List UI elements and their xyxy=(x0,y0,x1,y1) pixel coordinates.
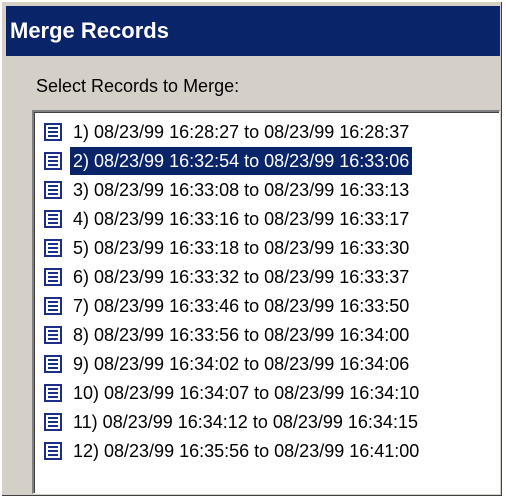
record-label: 4) 08/23/99 16:33:16 to 08/23/99 16:33:1… xyxy=(73,209,410,229)
record-document-icon xyxy=(44,442,62,460)
record-item[interactable]: 12) 08/23/99 16:35:56 to 08/23/99 16:41:… xyxy=(44,437,422,465)
record-label: 3) 08/23/99 16:33:08 to 08/23/99 16:33:1… xyxy=(73,180,410,200)
record-document-icon xyxy=(44,239,62,257)
record-document-icon xyxy=(44,181,62,199)
record-document-icon xyxy=(44,326,62,344)
merge-records-dialog: Merge Records Select Records to Merge: 1… xyxy=(0,0,502,496)
record-document-icon xyxy=(44,413,62,431)
record-document-icon xyxy=(44,152,62,170)
record-label: 11) 08/23/99 16:34:12 to 08/23/99 16:34:… xyxy=(73,412,418,432)
record-label: 1) 08/23/99 16:28:27 to 08/23/99 16:28:3… xyxy=(73,122,410,142)
record-document-icon xyxy=(44,384,62,402)
record-item[interactable]: 9) 08/23/99 16:34:02 to 08/23/99 16:34:0… xyxy=(44,350,412,378)
record-label: 8) 08/23/99 16:33:56 to 08/23/99 16:34:0… xyxy=(73,325,410,345)
record-document-icon xyxy=(44,268,62,286)
record-label: 5) 08/23/99 16:33:18 to 08/23/99 16:33:3… xyxy=(73,238,410,258)
window-title: Merge Records xyxy=(10,18,169,43)
record-item[interactable]: 11) 08/23/99 16:34:12 to 08/23/99 16:34:… xyxy=(44,408,421,436)
record-document-icon xyxy=(44,355,62,373)
record-item[interactable]: 1) 08/23/99 16:28:27 to 08/23/99 16:28:3… xyxy=(44,118,412,146)
record-document-icon xyxy=(44,123,62,141)
record-item[interactable]: 2) 08/23/99 16:32:54 to 08/23/99 16:33:0… xyxy=(44,147,413,175)
record-document-icon xyxy=(44,210,62,228)
record-label: 12) 08/23/99 16:35:56 to 08/23/99 16:41:… xyxy=(73,441,420,461)
record-item[interactable]: 5) 08/23/99 16:33:18 to 08/23/99 16:33:3… xyxy=(44,234,412,262)
record-document-icon xyxy=(44,297,62,315)
record-item[interactable]: 3) 08/23/99 16:33:08 to 08/23/99 16:33:1… xyxy=(44,176,412,204)
record-label: 9) 08/23/99 16:34:02 to 08/23/99 16:34:0… xyxy=(73,354,410,374)
record-item[interactable]: 8) 08/23/99 16:33:56 to 08/23/99 16:34:0… xyxy=(44,321,412,349)
title-bar[interactable]: Merge Records xyxy=(6,6,500,56)
records-listbox[interactable]: 1) 08/23/99 16:28:27 to 08/23/99 16:28:3… xyxy=(32,110,500,494)
record-item[interactable]: 10) 08/23/99 16:34:07 to 08/23/99 16:34:… xyxy=(44,379,422,407)
record-item[interactable]: 6) 08/23/99 16:33:32 to 08/23/99 16:33:3… xyxy=(44,263,412,291)
record-label: 2) 08/23/99 16:32:54 to 08/23/99 16:33:0… xyxy=(70,147,413,175)
record-item[interactable]: 4) 08/23/99 16:33:16 to 08/23/99 16:33:1… xyxy=(44,205,412,233)
record-label: 6) 08/23/99 16:33:32 to 08/23/99 16:33:3… xyxy=(73,267,410,287)
record-label: 7) 08/23/99 16:33:46 to 08/23/99 16:33:5… xyxy=(73,296,410,316)
record-item[interactable]: 7) 08/23/99 16:33:46 to 08/23/99 16:33:5… xyxy=(44,292,412,320)
record-label: 10) 08/23/99 16:34:07 to 08/23/99 16:34:… xyxy=(73,383,420,403)
select-records-label: Select Records to Merge: xyxy=(36,76,240,96)
